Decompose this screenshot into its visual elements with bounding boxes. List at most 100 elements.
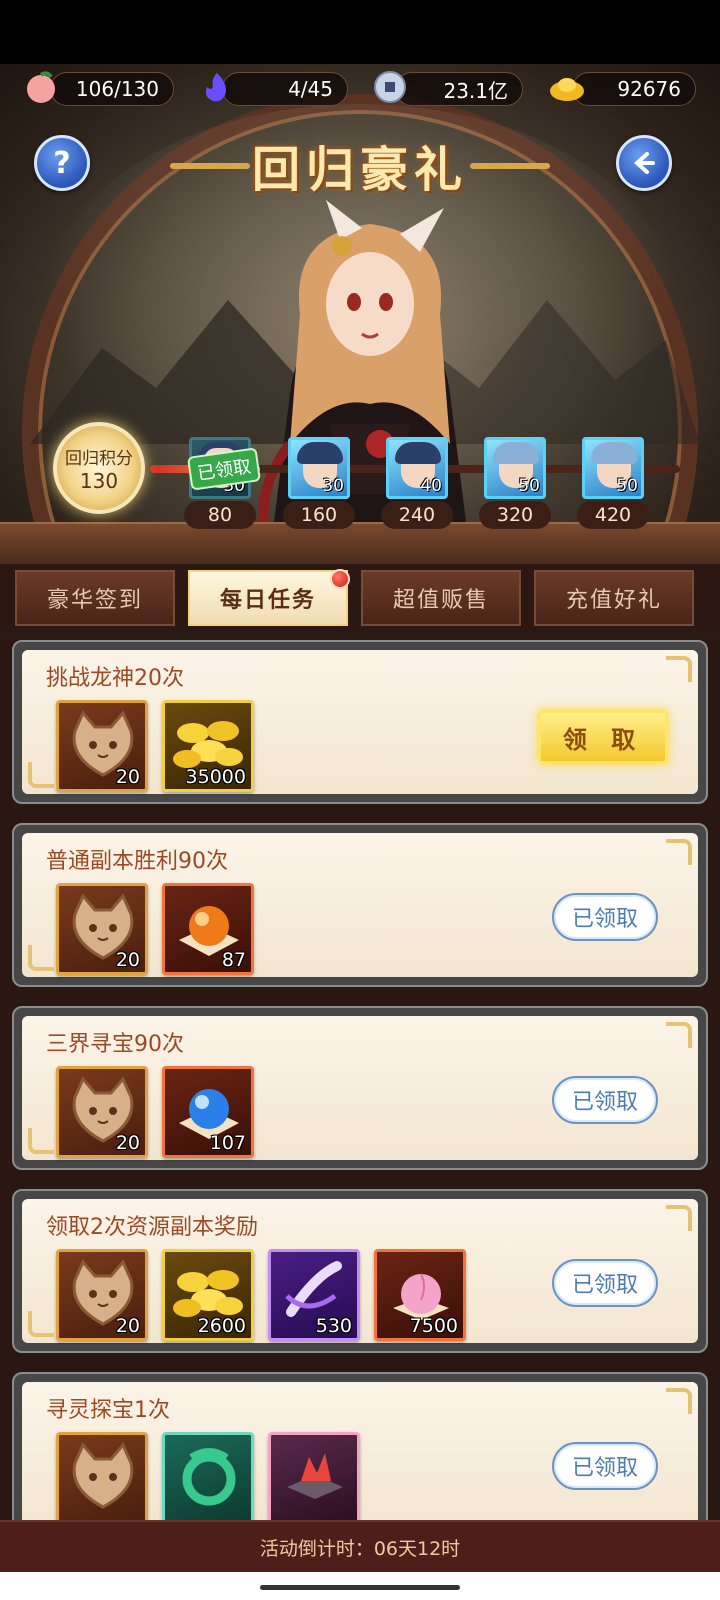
claimed-button[interactable]: 已领取 (552, 1076, 658, 1124)
reward-item[interactable]: 20 (56, 700, 148, 792)
hero-portrait-icon (591, 442, 637, 464)
task-card-body: 寻灵探宝1次 已领取 (22, 1382, 698, 1520)
reward-item[interactable]: 7500 (374, 1249, 466, 1341)
coin-counter: 23.1亿 (395, 72, 523, 106)
task-title: 寻灵探宝1次 (46, 1398, 170, 1423)
corner-ornament (28, 945, 54, 971)
reward-quantity: 87 (221, 949, 246, 971)
return-points-value: 130 (79, 468, 119, 493)
reward-item[interactable] (268, 1432, 360, 1520)
task-list[interactable]: 挑战龙神20次 20 35000 领 取 普通副本胜利90次 20 87 已领取… (0, 640, 720, 1520)
ingot-counter: 92676 (572, 72, 696, 106)
back-button[interactable] (616, 135, 672, 191)
stamina-counter: 106/130 (50, 72, 174, 106)
corner-ornament (28, 1128, 54, 1154)
reward-quantity: 35000 (185, 766, 246, 788)
title-ornament-left (170, 163, 250, 169)
task-card: 寻灵探宝1次 已领取 (12, 1372, 708, 1520)
task-card: 领取2次资源副本奖励 20 2600 530 7500 已领取 (12, 1189, 708, 1353)
milestone-count: 30 (322, 476, 344, 496)
tab-value-sale[interactable]: 超值贩售 (361, 570, 521, 626)
corner-ornament (666, 1388, 692, 1414)
task-card-body: 普通副本胜利90次 20 87 已领取 (22, 833, 698, 977)
milestone-reward-160[interactable]: 30 (288, 437, 350, 499)
reward-quantity: 20 (115, 1315, 140, 1337)
reward-item[interactable]: 2600 (162, 1249, 254, 1341)
ingot-value: 92676 (617, 77, 681, 101)
help-button[interactable]: ? (34, 135, 90, 191)
corner-ornament (28, 762, 54, 788)
reward-item[interactable] (162, 1432, 254, 1520)
milestone-reward-320[interactable]: 50 (484, 437, 546, 499)
home-gesture-handle[interactable] (260, 1585, 460, 1590)
milestone-threshold: 240 (381, 501, 453, 529)
milestone-reward-240[interactable]: 40 (386, 437, 448, 499)
event-title-banner: 回归豪礼 (170, 128, 550, 202)
milestone-count: 50 (616, 476, 638, 496)
reward-item[interactable]: 20 (56, 883, 148, 975)
task-card-body: 三界寻宝90次 20 107 已领取 (22, 1016, 698, 1160)
reward-quantity: 7500 (409, 1315, 458, 1337)
hero-portrait-icon (395, 442, 441, 464)
page-title: 回归豪礼 (251, 142, 468, 198)
reward-item[interactable]: 20 (56, 1249, 148, 1341)
task-card: 挑战龙神20次 20 35000 领 取 (12, 640, 708, 804)
hero-portrait-icon (297, 442, 343, 464)
event-countdown-bar: 活动倒计时：06天12时 (0, 1520, 720, 1572)
task-card: 普通副本胜利90次 20 87 已领取 (12, 823, 708, 987)
milestone-count: 40 (420, 476, 442, 496)
milestone-threshold: 160 (283, 501, 355, 529)
tab-recharge-gifts[interactable]: 充值好礼 (534, 570, 694, 626)
task-title: 领取2次资源副本奖励 (46, 1215, 258, 1240)
task-card-body: 领取2次资源副本奖励 20 2600 530 7500 已领取 (22, 1199, 698, 1343)
tab-deluxe-signin[interactable]: 豪华签到 (15, 570, 175, 626)
reward-item[interactable]: 87 (162, 883, 254, 975)
tab-daily-tasks[interactable]: 每日任务 (188, 570, 348, 626)
reward-item[interactable]: 35000 (162, 700, 254, 792)
title-ornament-right (470, 163, 550, 169)
gold-ingot-icon (546, 66, 588, 108)
reward-quantity: 107 (209, 1132, 246, 1154)
task-title: 挑战龙神20次 (46, 666, 184, 691)
reward-quantity: 20 (115, 766, 140, 788)
coin-value: 23.1亿 (443, 78, 508, 103)
milestone-threshold: 80 (184, 501, 256, 529)
corner-ornament (28, 1311, 54, 1337)
milestone-reward-420[interactable]: 50 (582, 437, 644, 499)
back-arrow-icon (634, 152, 655, 174)
countdown-text: 活动倒计时：06天12时 (259, 1537, 461, 1560)
status-bar (0, 0, 720, 64)
reward-item[interactable]: 20 (56, 1066, 148, 1158)
reward-quantity: 20 (115, 1132, 140, 1154)
task-title: 普通副本胜利90次 (46, 849, 228, 874)
red-crystal-icon (287, 1453, 343, 1499)
claimed-button[interactable]: 已领取 (552, 893, 658, 941)
question-icon: ? (53, 145, 71, 181)
reward-quantity: 20 (115, 949, 140, 971)
corner-ornament (666, 656, 692, 682)
spirit-flame-icon (196, 66, 238, 108)
spirit-counter: 4/45 (222, 72, 348, 106)
stamina-value: 106/130 (75, 77, 159, 101)
task-title: 三界寻宝90次 (46, 1032, 184, 1057)
claimed-button[interactable]: 已领取 (552, 1259, 658, 1307)
reward-quantity: 2600 (197, 1315, 246, 1337)
reward-item[interactable]: 107 (162, 1066, 254, 1158)
jade-dragon-icon (182, 1448, 236, 1506)
app-root: 106/130 4/45 23.1亿 92676 ? 回归豪礼 回归积分 130… (0, 0, 720, 1600)
milestone-threshold: 320 (479, 501, 551, 529)
peach-icon (20, 66, 62, 108)
cat-token-icon (72, 1442, 134, 1509)
silver-coin-icon (369, 66, 411, 108)
reward-item[interactable] (56, 1432, 148, 1520)
task-card-body: 挑战龙神20次 20 35000 领 取 (22, 650, 698, 794)
claim-button[interactable]: 领 取 (538, 710, 668, 764)
reward-quantity: 530 (315, 1315, 352, 1337)
claimed-button[interactable]: 已领取 (552, 1442, 658, 1490)
milestone-threshold: 420 (577, 501, 649, 529)
return-points-label: 回归积分 (65, 448, 133, 469)
return-points-badge: 回归积分 130 (53, 422, 145, 514)
fox-girl-character-illustration (258, 200, 470, 554)
reward-item[interactable]: 530 (268, 1249, 360, 1341)
hero-portrait-icon (493, 442, 539, 464)
